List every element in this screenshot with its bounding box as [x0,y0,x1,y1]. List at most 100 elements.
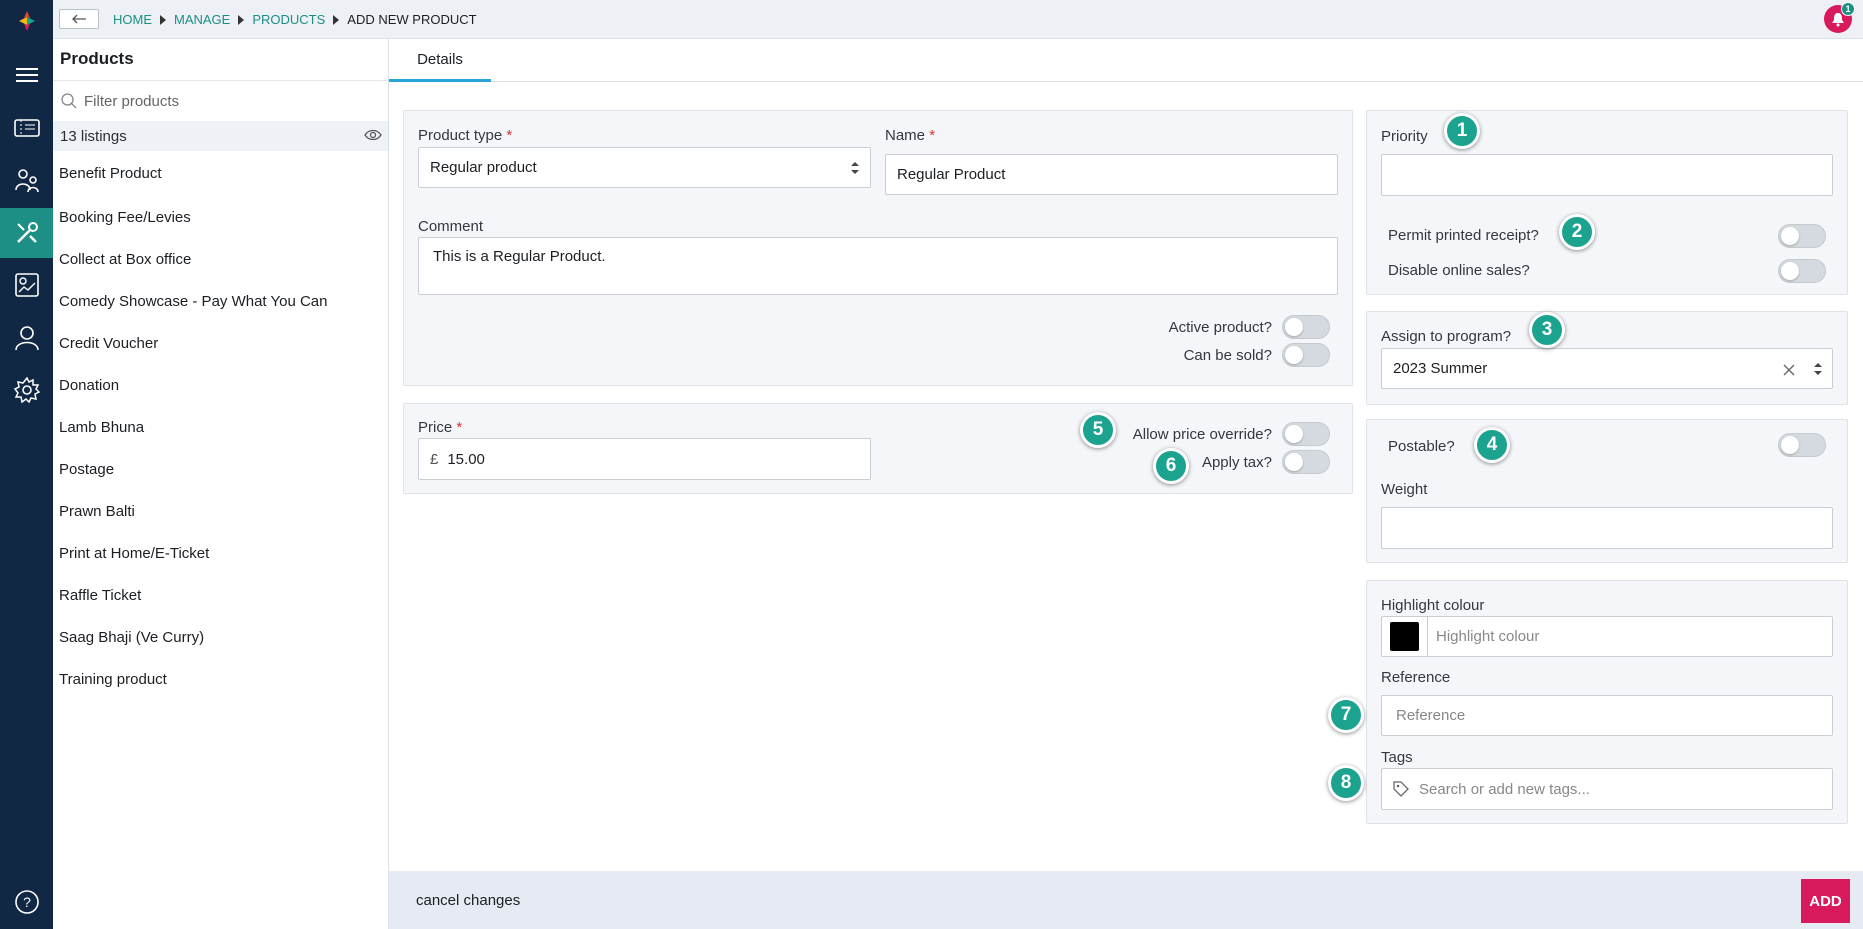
price-label: Price [418,419,453,436]
annotation-marker: 4 [1474,427,1510,463]
comment-value: This is a Regular Product. [433,248,606,265]
allow-price-override-label: Allow price override? [1132,426,1272,443]
permit-printed-receipt-label: Permit printed receipt? [1388,227,1539,244]
comment-label: Comment [418,218,484,235]
highlight-colour-label: Highlight colour [1381,597,1485,614]
disable-online-sales-label: Disable online sales? [1388,262,1530,279]
tags-placeholder: Search or add new tags... [1419,780,1590,798]
colour-swatch [1390,622,1419,651]
products-sidebar: Products 13 listings Benefit ProductBook… [53,39,389,929]
annotation-marker: 7 [1328,697,1364,733]
highlight-colour-placeholder: Highlight colour [1436,628,1540,645]
notification-count-badge: 1 [1841,2,1855,16]
user-icon[interactable] [0,313,53,363]
breadcrumb-home[interactable]: HOME [113,12,152,27]
active-product-label: Active product? [1168,319,1272,336]
list-item[interactable]: Print at Home/E-Ticket [53,532,388,574]
list-item[interactable]: Saag Bhaji (Ve Curry) [53,616,388,658]
cancel-changes-link[interactable]: cancel changes [416,892,520,909]
breadcrumb-manage[interactable]: MANAGE [174,12,230,27]
comment-textarea[interactable]: This is a Regular Product. [418,237,1338,295]
top-bar: HOME MANAGE PRODUCTS ADD NEW PRODUCT 1 [53,0,1863,39]
list-item[interactable]: Benefit Product [53,151,388,196]
permit-printed-receipt-toggle[interactable] [1778,224,1826,248]
notifications-button[interactable]: 1 [1824,2,1855,33]
active-product-toggle[interactable] [1282,315,1330,339]
misc-panel: Highlight colour Highlight colour Refere… [1366,580,1848,824]
add-button[interactable]: ADD [1801,879,1850,923]
disable-online-sales-toggle[interactable] [1778,259,1826,283]
list-item[interactable]: Training product [53,658,388,700]
listing-word: listings [80,127,127,145]
caret-right-icon [238,14,245,25]
highlight-colour-input[interactable]: Highlight colour [1381,616,1833,657]
list-item[interactable]: Postage [53,448,388,490]
assign-to-program-label: Assign to program? [1381,328,1512,345]
program-select[interactable]: 2023 Summer [1381,348,1833,389]
priority-input[interactable] [1381,154,1833,196]
select-arrows-icon [1814,363,1822,375]
priority-label: Priority [1381,128,1428,145]
list-item[interactable]: Booking Fee/Levies [53,196,388,238]
help-icon[interactable]: ? [0,877,53,927]
people-icon[interactable] [0,156,53,206]
annotation-marker: 1 [1444,113,1480,149]
postage-panel: Postable? Weight [1366,419,1848,563]
name-input[interactable]: Regular Product [885,154,1338,195]
breadcrumb-current: ADD NEW PRODUCT [347,12,477,27]
tab-details[interactable]: Details [389,39,491,82]
can-be-sold-label: Can be sold? [1183,347,1272,364]
list-item[interactable]: Raffle Ticket [53,574,388,616]
clear-icon[interactable] [1782,363,1796,377]
select-arrows-icon [851,162,859,174]
list-item[interactable]: Donation [53,364,388,406]
product-type-label: Product type [418,127,503,144]
search-icon [61,93,77,109]
allow-price-override-toggle[interactable] [1282,422,1330,446]
weight-input[interactable] [1381,507,1833,549]
name-label: Name [885,127,926,144]
list-item[interactable]: Credit Voucher [53,322,388,364]
price-input[interactable]: £ 15.00 [418,438,871,480]
annotation-marker: 6 [1153,448,1189,484]
price-value: 15.00 [447,450,485,468]
product-type-value: Regular product [430,159,537,176]
tags-input[interactable]: Search or add new tags... [1381,768,1833,810]
list-item[interactable]: Collect at Box office [53,238,388,280]
filter-products-input[interactable] [84,92,364,110]
annotation-marker: 2 [1559,214,1595,250]
postable-toggle[interactable] [1778,433,1826,457]
product-details-panel: Product type * Regular product Name * Re… [403,110,1353,386]
listing-count: 13 [60,127,77,145]
gear-icon[interactable] [0,365,53,415]
can-be-sold-toggle[interactable] [1282,343,1330,367]
tools-icon[interactable] [0,208,53,258]
form-footer: cancel changes ADD [389,871,1863,929]
brand-logo-icon[interactable] [16,10,38,32]
name-value: Regular Product [897,166,1006,183]
weight-label: Weight [1381,481,1428,498]
list-item[interactable]: Comedy Showcase - Pay What You Can [53,280,388,322]
eye-icon[interactable] [364,129,382,141]
product-list: Benefit Product Booking Fee/Levies Collect… [53,151,388,700]
tab-bar: Details [389,39,1863,82]
filter-row [53,80,388,121]
menu-icon[interactable] [0,50,53,100]
ticket-icon[interactable] [0,103,53,153]
postable-label: Postable? [1388,438,1455,455]
app-rail: ? [0,0,53,929]
colour-swatch-button[interactable] [1382,617,1428,656]
product-type-select[interactable]: Regular product [418,147,871,188]
arrow-left-icon [72,14,86,24]
svg-text:?: ? [23,894,31,910]
apply-tax-toggle[interactable] [1282,450,1330,474]
report-icon[interactable] [0,260,53,310]
breadcrumb-products[interactable]: PRODUCTS [252,12,325,27]
back-button[interactable] [59,9,99,29]
price-panel: Price * £ 15.00 Allow price override? Ap… [403,403,1353,494]
list-item[interactable]: Prawn Balti [53,490,388,532]
listing-count-bar: 13 listings [53,121,388,151]
list-item[interactable]: Lamb Bhuna [53,406,388,448]
sidebar-title: Products [60,49,134,68]
reference-input[interactable]: Reference [1381,695,1833,736]
